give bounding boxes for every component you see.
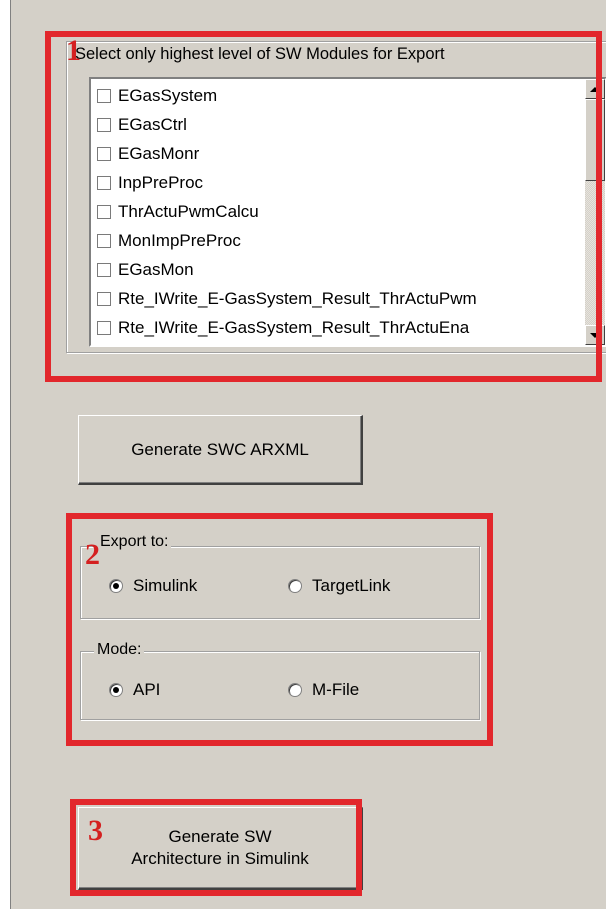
generate-swc-arxml-button[interactable]: Generate SWC ARXML bbox=[78, 415, 363, 485]
annotation-number-2: 2 bbox=[85, 538, 100, 571]
annotation-box-2 bbox=[66, 513, 493, 746]
annotation-number-3: 3 bbox=[88, 814, 103, 847]
annotation-number-1: 1 bbox=[66, 34, 81, 67]
annotation-box-1 bbox=[45, 31, 602, 382]
annotation-box-3 bbox=[70, 799, 362, 896]
